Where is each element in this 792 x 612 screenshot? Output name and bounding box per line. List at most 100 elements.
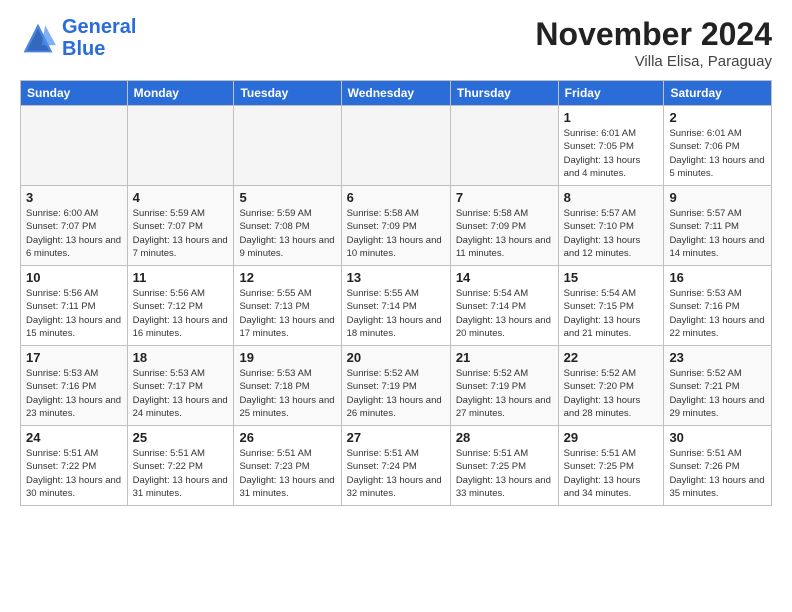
day-info: Sunrise: 5:52 AM Sunset: 7:19 PM Dayligh… — [347, 367, 445, 420]
weekday-header: Sunday — [21, 81, 128, 106]
month-title: November 2024 — [535, 16, 772, 53]
weekday-header: Monday — [127, 81, 234, 106]
day-number: 16 — [669, 270, 766, 285]
calendar-week-row: 17Sunrise: 5:53 AM Sunset: 7:16 PM Dayli… — [21, 346, 772, 426]
day-number: 5 — [239, 190, 335, 205]
weekday-header: Tuesday — [234, 81, 341, 106]
day-info: Sunrise: 5:51 AM Sunset: 7:22 PM Dayligh… — [133, 447, 229, 500]
logo-text: General Blue — [62, 16, 136, 60]
day-info: Sunrise: 5:59 AM Sunset: 7:08 PM Dayligh… — [239, 207, 335, 260]
day-info: Sunrise: 5:53 AM Sunset: 7:18 PM Dayligh… — [239, 367, 335, 420]
title-block: November 2024 Villa Elisa, Paraguay — [535, 16, 772, 70]
day-info: Sunrise: 6:01 AM Sunset: 7:06 PM Dayligh… — [669, 127, 766, 180]
calendar-day: 18 Sunrise: 5:53 AM Sunset: 7:17 PM Dayli… — [127, 346, 234, 426]
logo-line2: Blue — [62, 38, 105, 60]
day-number: 12 — [239, 270, 335, 285]
calendar-day: 16 Sunrise: 5:53 AM Sunset: 7:16 PM Dayli… — [664, 266, 772, 346]
calendar-day: 5 Sunrise: 5:59 AM Sunset: 7:08 PM Daylig… — [234, 186, 341, 266]
day-number: 7 — [456, 190, 553, 205]
day-number: 8 — [564, 190, 659, 205]
calendar-day: 3 Sunrise: 6:00 AM Sunset: 7:07 PM Daylig… — [21, 186, 128, 266]
calendar-day: 10 Sunrise: 5:56 AM Sunset: 7:11 PM Dayli… — [21, 266, 128, 346]
calendar-day: 24 Sunrise: 5:51 AM Sunset: 7:22 PM Dayli… — [21, 426, 128, 506]
calendar-day: 1Sunrise: 6:01 AM Sunset: 7:05 PM Daylig… — [558, 106, 664, 186]
logo: General Blue — [20, 16, 136, 60]
day-info: Sunrise: 5:56 AM Sunset: 7:11 PM Dayligh… — [26, 287, 122, 340]
day-number: 6 — [347, 190, 445, 205]
day-number: 11 — [133, 270, 229, 285]
day-info: Sunrise: 6:00 AM Sunset: 7:07 PM Dayligh… — [26, 207, 122, 260]
day-info: Sunrise: 5:51 AM Sunset: 7:22 PM Dayligh… — [26, 447, 122, 500]
day-info: Sunrise: 5:51 AM Sunset: 7:24 PM Dayligh… — [347, 447, 445, 500]
day-info: Sunrise: 5:52 AM Sunset: 7:21 PM Dayligh… — [669, 367, 766, 420]
day-info: Sunrise: 5:58 AM Sunset: 7:09 PM Dayligh… — [456, 207, 553, 260]
day-info: Sunrise: 5:52 AM Sunset: 7:19 PM Dayligh… — [456, 367, 553, 420]
calendar-day: 27Sunrise: 5:51 AM Sunset: 7:24 PM Dayli… — [341, 426, 450, 506]
calendar-day — [341, 106, 450, 186]
day-number: 14 — [456, 270, 553, 285]
day-info: Sunrise: 5:57 AM Sunset: 7:11 PM Dayligh… — [669, 207, 766, 260]
calendar-day: 15 Sunrise: 5:54 AM Sunset: 7:15 PM Dayli… — [558, 266, 664, 346]
calendar-day: 25 Sunrise: 5:51 AM Sunset: 7:22 PM Dayli… — [127, 426, 234, 506]
day-info: Sunrise: 5:54 AM Sunset: 7:15 PM Dayligh… — [564, 287, 659, 340]
calendar-day — [234, 106, 341, 186]
day-number: 25 — [133, 430, 229, 445]
day-number: 30 — [669, 430, 766, 445]
calendar-week-row: 3 Sunrise: 6:00 AM Sunset: 7:07 PM Daylig… — [21, 186, 772, 266]
calendar-day: 30 Sunrise: 5:51 AM Sunset: 7:26 PM Dayli… — [664, 426, 772, 506]
day-info: Sunrise: 5:56 AM Sunset: 7:12 PM Dayligh… — [133, 287, 229, 340]
day-number: 22 — [564, 350, 659, 365]
calendar-day: 21 Sunrise: 5:52 AM Sunset: 7:19 PM Dayli… — [450, 346, 558, 426]
calendar-week-row: 24 Sunrise: 5:51 AM Sunset: 7:22 PM Dayli… — [21, 426, 772, 506]
calendar-day: 22 Sunrise: 5:52 AM Sunset: 7:20 PM Dayli… — [558, 346, 664, 426]
day-number: 2 — [669, 110, 766, 125]
logo-line1: General — [62, 16, 136, 38]
day-number: 28 — [456, 430, 553, 445]
location: Villa Elisa, Paraguay — [535, 53, 772, 70]
day-info: Sunrise: 5:51 AM Sunset: 7:26 PM Dayligh… — [669, 447, 766, 500]
logo-icon — [20, 20, 56, 56]
calendar-day: 19 Sunrise: 5:53 AM Sunset: 7:18 PM Dayli… — [234, 346, 341, 426]
weekday-header: Friday — [558, 81, 664, 106]
calendar-day: 26Sunrise: 5:51 AM Sunset: 7:23 PM Dayli… — [234, 426, 341, 506]
day-info: Sunrise: 5:54 AM Sunset: 7:14 PM Dayligh… — [456, 287, 553, 340]
day-number: 23 — [669, 350, 766, 365]
day-number: 19 — [239, 350, 335, 365]
day-number: 29 — [564, 430, 659, 445]
calendar-day: 4Sunrise: 5:59 AM Sunset: 7:07 PM Daylig… — [127, 186, 234, 266]
calendar-header-row: SundayMondayTuesdayWednesdayThursdayFrid… — [21, 81, 772, 106]
weekday-header: Thursday — [450, 81, 558, 106]
calendar-day: 6 Sunrise: 5:58 AM Sunset: 7:09 PM Daylig… — [341, 186, 450, 266]
calendar-day: 28Sunrise: 5:51 AM Sunset: 7:25 PM Dayli… — [450, 426, 558, 506]
day-number: 21 — [456, 350, 553, 365]
calendar-day — [450, 106, 558, 186]
calendar-day: 8 Sunrise: 5:57 AM Sunset: 7:10 PM Daylig… — [558, 186, 664, 266]
day-info: Sunrise: 5:53 AM Sunset: 7:16 PM Dayligh… — [26, 367, 122, 420]
day-info: Sunrise: 5:55 AM Sunset: 7:13 PM Dayligh… — [239, 287, 335, 340]
day-info: Sunrise: 5:51 AM Sunset: 7:25 PM Dayligh… — [564, 447, 659, 500]
page: General Blue November 2024 Villa Elisa, … — [0, 0, 792, 612]
day-info: Sunrise: 5:51 AM Sunset: 7:23 PM Dayligh… — [239, 447, 335, 500]
calendar-day: 23 Sunrise: 5:52 AM Sunset: 7:21 PM Dayli… — [664, 346, 772, 426]
calendar-week-row: 10 Sunrise: 5:56 AM Sunset: 7:11 PM Dayli… — [21, 266, 772, 346]
day-info: Sunrise: 5:52 AM Sunset: 7:20 PM Dayligh… — [564, 367, 659, 420]
day-info: Sunrise: 5:53 AM Sunset: 7:17 PM Dayligh… — [133, 367, 229, 420]
calendar-day: 2 Sunrise: 6:01 AM Sunset: 7:06 PM Daylig… — [664, 106, 772, 186]
calendar-day — [127, 106, 234, 186]
day-info: Sunrise: 5:55 AM Sunset: 7:14 PM Dayligh… — [347, 287, 445, 340]
day-number: 24 — [26, 430, 122, 445]
calendar-day: 17Sunrise: 5:53 AM Sunset: 7:16 PM Dayli… — [21, 346, 128, 426]
day-number: 13 — [347, 270, 445, 285]
day-number: 3 — [26, 190, 122, 205]
day-info: Sunrise: 5:53 AM Sunset: 7:16 PM Dayligh… — [669, 287, 766, 340]
calendar-day: 29 Sunrise: 5:51 AM Sunset: 7:25 PM Dayli… — [558, 426, 664, 506]
day-info: Sunrise: 5:57 AM Sunset: 7:10 PM Dayligh… — [564, 207, 659, 260]
day-number: 20 — [347, 350, 445, 365]
calendar-day: 13 Sunrise: 5:55 AM Sunset: 7:14 PM Dayli… — [341, 266, 450, 346]
day-number: 15 — [564, 270, 659, 285]
day-info: Sunrise: 5:58 AM Sunset: 7:09 PM Dayligh… — [347, 207, 445, 260]
calendar-day: 14 Sunrise: 5:54 AM Sunset: 7:14 PM Dayli… — [450, 266, 558, 346]
calendar-day: 20 Sunrise: 5:52 AM Sunset: 7:19 PM Dayli… — [341, 346, 450, 426]
day-number: 18 — [133, 350, 229, 365]
day-number: 10 — [26, 270, 122, 285]
